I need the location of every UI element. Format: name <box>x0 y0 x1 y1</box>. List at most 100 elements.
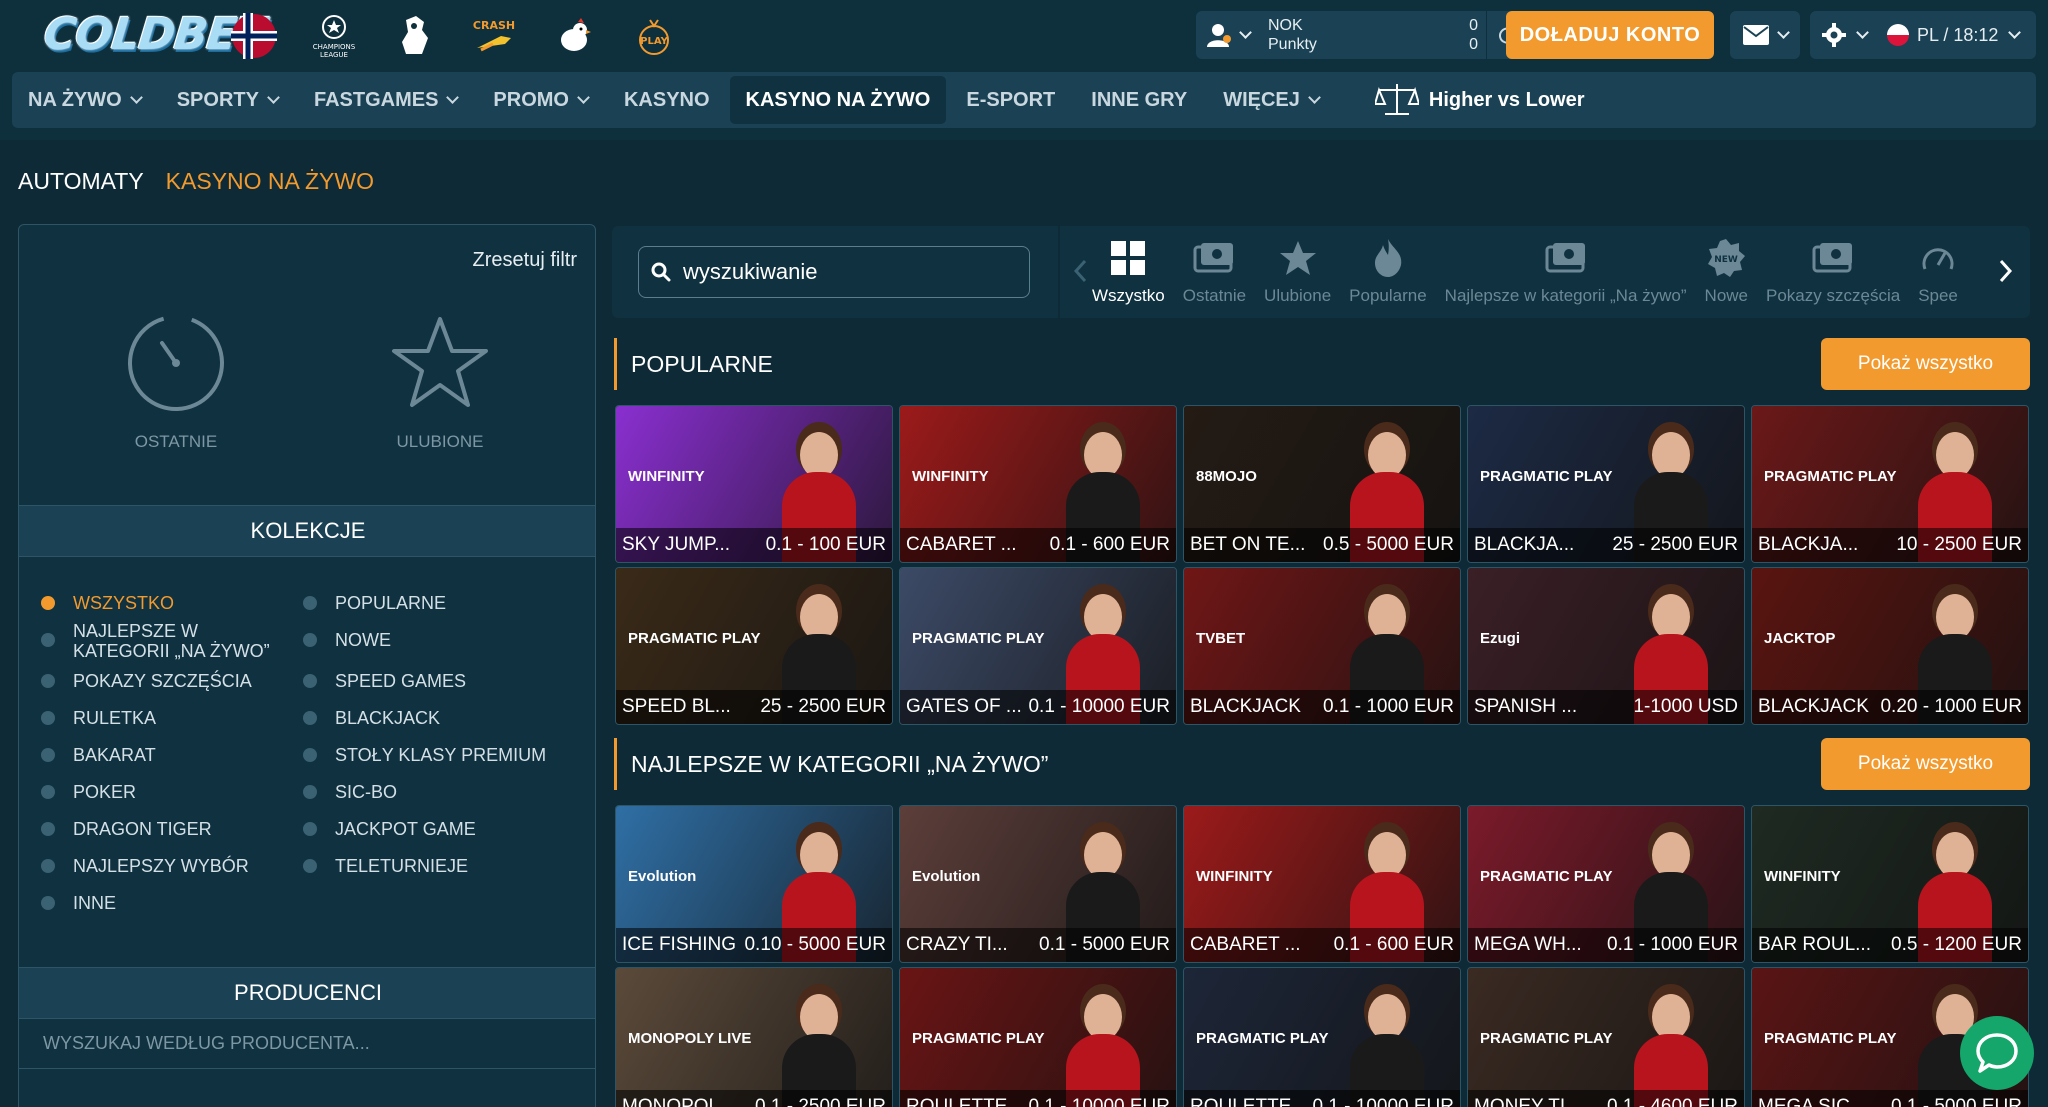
tab-pokazy[interactable]: Pokazy szczęścia <box>1766 226 1900 318</box>
collection-pokazy[interactable]: POKAZY SZCZĘŚCIA <box>41 671 252 691</box>
tab-speed[interactable]: Spee <box>1918 226 1958 318</box>
nav-item-fastgames[interactable]: FASTGAMES <box>298 76 473 124</box>
tab-wszystko[interactable]: Wszystko <box>1092 226 1165 318</box>
game-tile[interactable]: PRAGMATIC PLAY BLACKJA... 25 - 2500 EUR <box>1467 405 1745 563</box>
recent-games-button[interactable]: OSTATNIE <box>116 313 236 452</box>
premier-league-icon[interactable] <box>390 12 438 60</box>
user-menu[interactable] <box>1196 11 1260 59</box>
tab-ulubione[interactable]: Ulubione <box>1264 226 1331 318</box>
tab-nowe[interactable]: NEW Nowe <box>1705 226 1748 318</box>
game-tile[interactable]: PRAGMATIC PLAY ROULETTE 0.1 - 10000 EUR <box>899 967 1177 1107</box>
account-widget[interactable]: NOK Punkty 0 0 <box>1196 11 1526 59</box>
game-name: BET ON TE... <box>1190 534 1306 555</box>
bet-limit: 0.1 - 10000 EUR <box>1028 1096 1170 1107</box>
game-tile[interactable]: Evolution ICE FISHING 0.10 - 5000 EUR <box>615 805 893 963</box>
bet-limit: 0.1 - 100 EUR <box>765 534 886 555</box>
game-tile[interactable]: Ezugi SPANISH ... 1-1000 USD <box>1467 567 1745 725</box>
norway-flag-icon[interactable] <box>230 12 278 60</box>
poland-flag-icon <box>1887 24 1909 46</box>
chicken-icon[interactable] <box>550 12 598 60</box>
nav-item-kasyno-na-zywo[interactable]: KASYNO NA ŻYWO <box>729 76 947 124</box>
collection-jackpot[interactable]: JACKPOT GAME <box>303 819 476 839</box>
nav-item-esport[interactable]: E-SPORT <box>950 76 1071 124</box>
collection-najlepszy-wybor[interactable]: NAJLEPSZY WYBÓR <box>41 856 249 876</box>
collection-bakarat[interactable]: BAKARAT <box>41 745 156 765</box>
game-info-bar: ROULETTE 0.1 - 10000 EUR <box>900 1090 1176 1107</box>
producer-search-input[interactable]: WYSZUKAJ WEDŁUG PRODUCENTA... <box>19 1019 595 1069</box>
game-tile[interactable]: Evolution CRAZY TI... 0.1 - 5000 EUR <box>899 805 1177 963</box>
collection-sic-bo[interactable]: SIC-BO <box>303 782 397 802</box>
game-tile[interactable]: WINFINITY CABARET ... 0.1 - 600 EUR <box>1183 805 1461 963</box>
user-icon <box>1206 24 1231 47</box>
collection-najlepsze[interactable]: NAJLEPSZE W KATEGORII „NA ŻYWO” <box>41 621 281 661</box>
collection-blackjack[interactable]: BLACKJACK <box>303 708 440 728</box>
collection-nowe[interactable]: NOWE <box>303 630 391 650</box>
section-title-best-live: NAJLEPSZE W KATEGORII „NA ŻYWO” <box>614 738 1048 790</box>
account-values: 0 0 <box>1418 16 1478 54</box>
game-tile[interactable]: 88MOJO BET ON TE... 0.5 - 5000 EUR <box>1183 405 1461 563</box>
bet-limit: 0.20 - 1000 EUR <box>1880 696 2022 717</box>
live-chat-button[interactable] <box>1960 1016 2034 1090</box>
search-icon <box>651 262 671 282</box>
game-tile[interactable]: MONOPOLY LIVE MONOPOL... 0.1 - 2500 EUR <box>615 967 893 1107</box>
tab-popularne[interactable]: Popularne <box>1349 226 1427 318</box>
collection-speed-games[interactable]: SPEED GAMES <box>303 671 466 691</box>
collection-premium[interactable]: STOŁY KLASY PREMIUM <box>303 745 546 765</box>
game-tile[interactable]: PRAGMATIC PLAY ROULETTE 0.1 - 10000 EUR <box>1183 967 1461 1107</box>
game-name: ROULETTE <box>906 1096 1008 1107</box>
chevron-left-icon <box>1073 259 1087 283</box>
game-tile[interactable]: PRAGMATIC PLAY MONEY TI... 0.1 - 4600 EUR <box>1467 967 1745 1107</box>
nav-item-na-zywo[interactable]: NA ŻYWO <box>12 76 157 124</box>
breadcrumb-automaty[interactable]: AUTOMATY <box>18 168 144 195</box>
messages-button[interactable] <box>1730 11 1800 59</box>
game-tile[interactable]: TVBET BLACKJACK 0.1 - 1000 EUR <box>1183 567 1461 725</box>
game-tile[interactable]: JACKTOP BLACKJACK 0.20 - 1000 EUR <box>1751 567 2029 725</box>
collection-ruletka[interactable]: RULETKA <box>41 708 156 728</box>
deposit-button[interactable]: DOŁADUJ KONTO <box>1506 11 1714 59</box>
nav-item-wiecej[interactable]: WIĘCEJ <box>1207 76 1335 124</box>
account-labels: NOK Punkty <box>1268 16 1418 54</box>
game-tile[interactable]: PRAGMATIC PLAY GATES OF ... 0.1 - 10000 EU… <box>899 567 1177 725</box>
favorites-button[interactable]: ULUBIONE <box>380 313 500 452</box>
reset-filter-button[interactable]: Zresetuj filtr <box>473 249 577 272</box>
game-tile[interactable]: WINFINITY CABARET ... 0.1 - 600 EUR <box>899 405 1177 563</box>
points-label: Punkty <box>1268 36 1317 53</box>
cards-icon <box>1812 238 1854 278</box>
game-tile[interactable]: PRAGMATIC PLAY SPEED BL... 25 - 2500 EUR <box>615 567 893 725</box>
crash-icon[interactable]: CRASH <box>470 12 518 60</box>
tab-ostatnie[interactable]: Ostatnie <box>1183 226 1246 318</box>
collection-wszystko[interactable]: WSZYSTKO <box>41 593 174 613</box>
nav-item-higher-vs-lower[interactable]: Higher vs Lower <box>1374 76 1585 124</box>
nav-item-inne-gry[interactable]: INNE GRY <box>1075 76 1203 124</box>
nav-item-sporty[interactable]: SPORTY <box>161 76 294 124</box>
game-tile[interactable]: WINFINITY SKY JUMP... 0.1 - 100 EUR <box>615 405 893 563</box>
collection-poker[interactable]: POKER <box>41 782 136 802</box>
game-info-bar: CABARET ... 0.1 - 600 EUR <box>900 528 1176 562</box>
play-icon[interactable]: PLAY <box>630 12 678 60</box>
provider-logo: TVBET <box>1196 630 1246 647</box>
champions-league-icon[interactable]: CHAMPIONS LEAGUE <box>310 12 358 60</box>
show-all-best-live-button[interactable]: Pokaż wszystko <box>1821 738 2030 790</box>
category-prev-button[interactable] <box>1068 256 1092 286</box>
collection-teleturnieje[interactable]: TELETURNIEJE <box>303 856 468 876</box>
game-tile[interactable]: PRAGMATIC PLAY BLACKJA... 10 - 2500 EUR <box>1751 405 2029 563</box>
tab-najlepsze[interactable]: Najlepsze w kategorii „Na żywo” <box>1445 226 1687 318</box>
game-name: BAR ROUL... <box>1758 934 1871 955</box>
collection-inne[interactable]: INNE <box>41 893 116 913</box>
search-input[interactable]: wyszukiwanie <box>638 246 1030 298</box>
chevron-down-icon <box>1238 26 1252 39</box>
game-tile[interactable]: WINFINITY BAR ROUL... 0.5 - 1200 EUR <box>1751 805 2029 963</box>
game-tile[interactable]: PRAGMATIC PLAY MEGA WH... 0.1 - 1000 EUR <box>1467 805 1745 963</box>
site-logo[interactable]: COLDBET <box>41 4 267 66</box>
nav-item-promo[interactable]: PROMO <box>477 76 604 124</box>
show-all-popular-button[interactable]: Pokaż wszystko <box>1821 338 2030 390</box>
category-next-button[interactable] <box>1994 256 2018 286</box>
collection-dragon-tiger[interactable]: DRAGON TIGER <box>41 819 212 839</box>
collection-popularne[interactable]: POPULARNE <box>303 593 446 613</box>
nav-item-kasyno[interactable]: KASYNO <box>608 76 726 124</box>
provider-logo: PRAGMATIC PLAY <box>1764 468 1897 485</box>
settings-widget[interactable]: PL / 18:12 <box>1810 11 2036 59</box>
chat-icon <box>1976 1033 2018 1073</box>
breadcrumb-kasyno-na-zywo[interactable]: KASYNO NA ŻYWO <box>166 168 374 195</box>
cards-icon <box>1193 238 1235 278</box>
